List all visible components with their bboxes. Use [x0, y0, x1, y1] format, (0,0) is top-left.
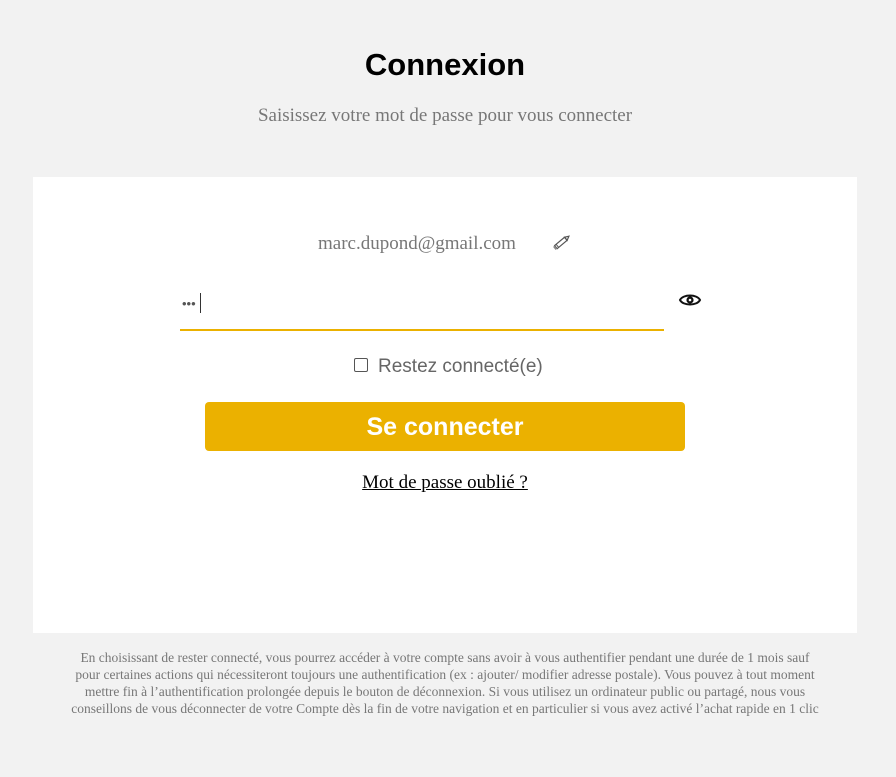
- login-card: marc.dupond@gmail.com Restez conn: [33, 177, 857, 633]
- text-caret: [200, 293, 201, 313]
- password-input[interactable]: [180, 289, 664, 317]
- remember-me-label[interactable]: Restez connecté(e): [378, 355, 543, 379]
- email-row: marc.dupond@gmail.com: [33, 229, 857, 259]
- page-subtitle: Saisissez votre mot de passe pour vous c…: [257, 105, 633, 126]
- page-title: Connexion: [364, 47, 526, 82]
- remember-me-disclaimer: En choisissant de rester connecté, vous …: [71, 650, 819, 716]
- remember-me-checkbox[interactable]: [354, 358, 368, 372]
- login-button[interactable]: Se connecter: [205, 402, 685, 451]
- eye-icon[interactable]: [678, 291, 702, 309]
- password-field[interactable]: [180, 281, 664, 331]
- email-display: marc.dupond@gmail.com: [318, 233, 516, 254]
- pencil-icon[interactable]: [551, 231, 573, 253]
- forgot-password-link[interactable]: Mot de passe oublié ?: [362, 472, 528, 493]
- forgot-password-row: Mot de passe oublié ?: [33, 471, 857, 495]
